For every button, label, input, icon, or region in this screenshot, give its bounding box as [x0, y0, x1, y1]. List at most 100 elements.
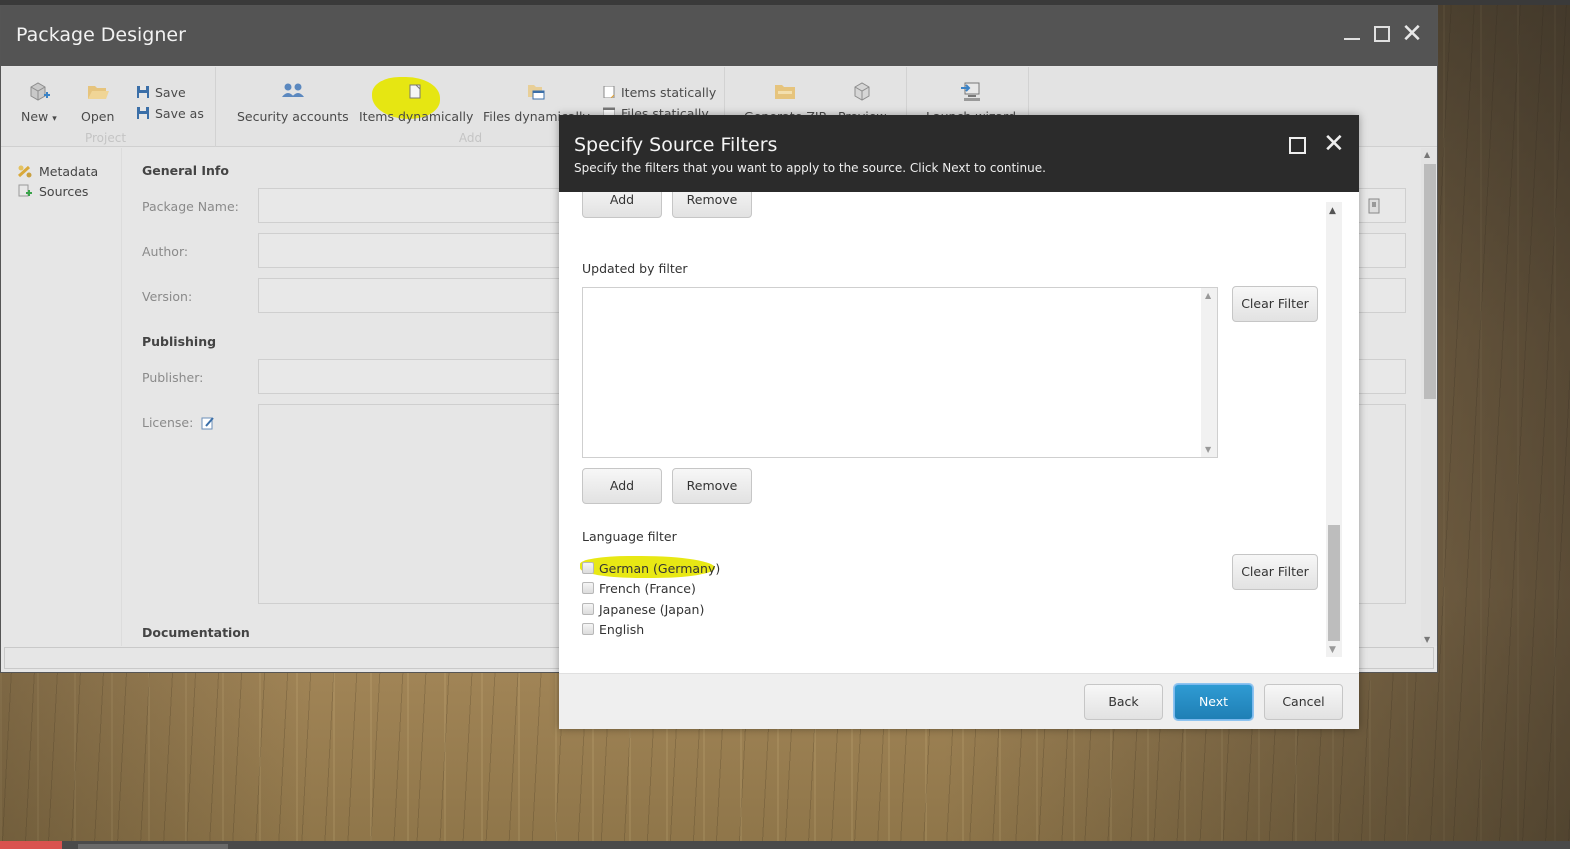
minimize-icon: [1344, 38, 1360, 40]
language-label: Japanese (Japan): [599, 602, 705, 617]
add-button[interactable]: Add: [582, 468, 662, 504]
minimize-button[interactable]: [1339, 21, 1365, 47]
items-statically-button[interactable]: Items statically: [603, 85, 716, 100]
scroll-down-icon[interactable]: ▼: [1205, 445, 1211, 454]
scroll-down-icon[interactable]: ▼: [1424, 635, 1430, 644]
document-icon: [603, 86, 615, 98]
sidebar: Metadata Sources: [1, 148, 122, 646]
sidebar-item-label: Sources: [39, 184, 89, 199]
main-scrollbar[interactable]: ▲ ▼: [1421, 148, 1437, 646]
dialog-close-icon[interactable]: ✕: [1323, 129, 1345, 159]
maximize-button[interactable]: [1369, 21, 1395, 47]
dialog-subtitle: Specify the filters that you want to app…: [574, 161, 1046, 175]
sidebar-item-metadata[interactable]: Metadata: [17, 164, 98, 179]
publisher-label: Publisher:: [142, 370, 204, 385]
section-publishing: Publishing: [142, 334, 217, 349]
dialog-scrollbar[interactable]: ▲ ▼: [1326, 202, 1342, 657]
dialog-maximize-icon[interactable]: [1289, 137, 1306, 154]
language-filter-label: Language filter: [582, 529, 677, 544]
dialog-header[interactable]: Specify Source Filters Specify the filte…: [559, 115, 1359, 192]
back-button[interactable]: Back: [1084, 684, 1163, 720]
folder-open-icon: [87, 86, 109, 99]
cancel-button[interactable]: Cancel: [1264, 684, 1343, 720]
clear-filter-updated-button[interactable]: Clear Filter: [1232, 286, 1318, 322]
close-icon: ✕: [1401, 19, 1423, 49]
listbox-scrollbar[interactable]: ▲ ▼: [1201, 288, 1217, 457]
main-scroll-thumb[interactable]: [1424, 164, 1436, 399]
checkbox-icon[interactable]: [582, 562, 594, 574]
language-label: French (France): [599, 581, 696, 596]
dialog-title: Specify Source Filters: [574, 134, 778, 156]
checkbox-icon[interactable]: [582, 582, 594, 594]
new-package-icon: [30, 82, 50, 101]
save-as-icon: [137, 107, 149, 119]
license-label-text: License:: [142, 415, 194, 430]
updated-by-listbox[interactable]: ▲ ▼: [582, 287, 1218, 458]
sidebar-item-label: Metadata: [39, 164, 99, 179]
sources-icon: [18, 184, 32, 197]
save-as-label: Save as: [155, 106, 204, 121]
new-label: New: [21, 109, 49, 124]
taskbar: [0, 841, 1570, 849]
dialog-footer: Back Next Cancel: [559, 673, 1359, 729]
checkbox-icon[interactable]: [582, 603, 594, 615]
remove-button-top[interactable]: Remove: [672, 192, 752, 218]
remove-button[interactable]: Remove: [672, 468, 752, 504]
field-lookup-icon[interactable]: [1368, 198, 1380, 214]
checkbox-icon[interactable]: [582, 623, 594, 635]
metadata-icon: [17, 165, 32, 178]
open-label: Open: [81, 109, 115, 124]
taskbar-task[interactable]: [78, 844, 228, 849]
license-label: License:: [142, 415, 215, 430]
version-label: Version:: [142, 289, 193, 304]
items-dynamically-icon: [409, 84, 421, 99]
save-label: Save: [155, 85, 186, 100]
close-button[interactable]: ✕: [1399, 21, 1425, 47]
items-statically-label: Items statically: [621, 85, 717, 100]
save-button[interactable]: Save: [137, 85, 186, 100]
users-icon: [281, 83, 304, 97]
clear-filter-language-button[interactable]: Clear Filter: [1232, 554, 1318, 590]
ribbon-group-project: New ▾ Open Save Save as Project: [1, 67, 216, 147]
dialog-body: Add Remove Updated by filter ▲ ▼ Clear F…: [559, 192, 1359, 673]
items-dynamically-label: Items dynamically: [359, 109, 474, 124]
maximize-icon: [1374, 26, 1390, 42]
chevron-down-icon: ▾: [52, 114, 57, 124]
window-title: Package Designer: [16, 24, 186, 46]
specify-source-filters-dialog: Specify Source Filters Specify the filte…: [559, 115, 1359, 729]
scroll-up-icon[interactable]: ▲: [1424, 150, 1430, 159]
taskbar-start-button[interactable]: [0, 841, 62, 849]
scroll-down-icon[interactable]: ▼: [1329, 645, 1336, 655]
next-button[interactable]: Next: [1174, 684, 1253, 720]
sidebar-item-sources[interactable]: Sources: [17, 184, 88, 199]
save-icon: [137, 86, 149, 98]
ribbon-group-label-project: Project: [84, 131, 127, 145]
window-titlebar[interactable]: Package Designer ✕: [1, 6, 1437, 66]
add-button-top[interactable]: Add: [582, 192, 662, 218]
items-dynamically-button[interactable]: Items dynamically: [359, 81, 473, 124]
language-label: German (Germany): [599, 561, 721, 576]
scroll-up-icon[interactable]: ▲: [1329, 206, 1336, 216]
language-checkbox-english[interactable]: English: [582, 622, 644, 637]
package-name-label: Package Name:: [142, 199, 239, 214]
updated-by-filter-label: Updated by filter: [582, 261, 688, 276]
scroll-up-icon[interactable]: ▲: [1205, 291, 1211, 300]
language-label: English: [599, 622, 645, 637]
section-documentation: Documentation: [142, 625, 250, 640]
new-button[interactable]: New ▾: [21, 81, 57, 124]
dialog-scroll-thumb[interactable]: [1328, 525, 1340, 641]
preview-package-icon: [854, 82, 870, 101]
author-label: Author:: [142, 244, 189, 259]
launch-wizard-icon: [961, 82, 980, 101]
language-checkbox-french[interactable]: French (France): [582, 581, 696, 596]
zip-folder-icon: [775, 85, 796, 99]
files-dynamically-icon: [528, 85, 545, 100]
security-accounts-button[interactable]: Security accounts: [237, 81, 349, 124]
edit-icon[interactable]: [201, 416, 215, 430]
save-as-button[interactable]: Save as: [137, 106, 204, 121]
security-accounts-label: Security accounts: [237, 109, 349, 124]
language-checkbox-japanese[interactable]: Japanese (Japan): [582, 602, 704, 617]
section-general-info: General Info: [142, 163, 229, 178]
language-checkbox-german[interactable]: German (Germany): [582, 561, 720, 576]
open-button[interactable]: Open: [81, 81, 114, 124]
